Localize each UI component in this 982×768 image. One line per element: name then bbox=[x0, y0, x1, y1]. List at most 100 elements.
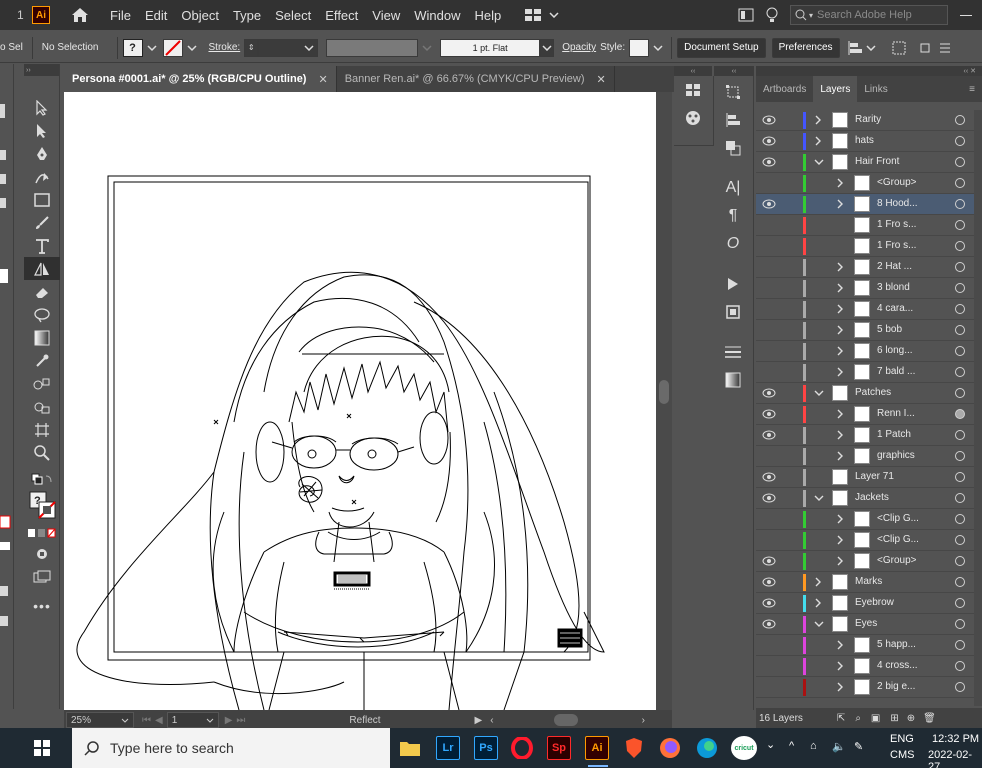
layer-row[interactable]: 7 bald ... bbox=[756, 362, 982, 383]
home-icon[interactable] bbox=[70, 6, 90, 24]
layer-row[interactable]: Layer 71 bbox=[756, 467, 982, 488]
layer-row[interactable]: <Group> bbox=[756, 551, 982, 572]
layer-target-icon[interactable] bbox=[955, 283, 965, 293]
eye-hidden-slot[interactable] bbox=[762, 220, 776, 230]
layer-row[interactable]: Eyebrow bbox=[756, 593, 982, 614]
fill-stroke-swatches[interactable]: ? bbox=[24, 488, 60, 524]
stroke-panel-icon[interactable] bbox=[714, 338, 752, 366]
stroke-weight-stepper[interactable]: ⇕ bbox=[244, 38, 259, 57]
layer-row[interactable]: 8 Hood... bbox=[756, 194, 982, 215]
chevron-right-icon[interactable] bbox=[836, 409, 844, 419]
new-sublayer-icon[interactable]: ⊞ bbox=[890, 713, 898, 724]
chevron-right-icon[interactable] bbox=[814, 577, 822, 587]
direct-selection-tool-icon[interactable] bbox=[24, 119, 60, 142]
hscroll-thumb[interactable] bbox=[553, 714, 578, 726]
rectangle-tool-icon[interactable] bbox=[24, 188, 60, 211]
chevron-right-icon[interactable] bbox=[836, 199, 844, 209]
pathfinder-icon[interactable] bbox=[714, 134, 752, 162]
layer-row[interactable]: 6 long... bbox=[756, 341, 982, 362]
screen-mode-icon[interactable] bbox=[24, 565, 60, 588]
layer-target-icon[interactable] bbox=[955, 388, 965, 398]
tab-links[interactable]: Links bbox=[857, 76, 894, 102]
chevron-right-icon[interactable] bbox=[836, 556, 844, 566]
eye-icon[interactable] bbox=[762, 115, 776, 125]
edge-icon[interactable] bbox=[695, 736, 719, 760]
eye-icon[interactable] bbox=[762, 598, 776, 608]
default-fill-stroke-icon[interactable] bbox=[24, 470, 60, 488]
opera-icon[interactable] bbox=[510, 736, 534, 760]
eraser-tool-icon[interactable] bbox=[24, 280, 60, 303]
transform-panel-icon[interactable] bbox=[714, 78, 752, 106]
first-artboard-icon[interactable]: ⏮ bbox=[142, 715, 151, 726]
preferences-button[interactable]: Preferences bbox=[771, 37, 840, 58]
eye-hidden-slot[interactable] bbox=[762, 640, 776, 650]
menu-select[interactable]: Select bbox=[275, 8, 311, 23]
chevron-right-icon[interactable] bbox=[836, 346, 844, 356]
layer-target-icon[interactable] bbox=[955, 262, 965, 272]
opentype-panel-icon[interactable]: O bbox=[714, 230, 752, 258]
layer-target-icon[interactable] bbox=[955, 577, 965, 587]
eye-icon[interactable] bbox=[762, 157, 776, 167]
canvas-vertical-scrollbar[interactable] bbox=[656, 92, 672, 710]
layers-scrollbar[interactable] bbox=[974, 110, 982, 706]
layer-target-icon[interactable] bbox=[955, 556, 965, 566]
layer-target-icon[interactable] bbox=[955, 598, 965, 608]
tab-banner-ren[interactable]: Banner Ren.ai* @ 66.67% (CMYK/CPU Previe… bbox=[337, 66, 615, 92]
eye-hidden-slot[interactable] bbox=[762, 367, 776, 377]
eye-hidden-slot[interactable] bbox=[762, 178, 776, 188]
chevron-right-icon[interactable] bbox=[836, 682, 844, 692]
tab-layers[interactable]: Layers bbox=[813, 76, 858, 102]
eye-hidden-slot[interactable] bbox=[762, 325, 776, 335]
layer-target-icon[interactable] bbox=[955, 157, 965, 167]
chevron-right-icon[interactable] bbox=[836, 640, 844, 650]
chevron-right-icon[interactable] bbox=[836, 262, 844, 272]
symbol-sprayer-tool-icon[interactable] bbox=[24, 395, 60, 418]
artboard-number-field[interactable]: 1 bbox=[166, 712, 219, 728]
layer-row[interactable]: Rarity bbox=[756, 110, 982, 131]
help-search-input[interactable]: ▾ Search Adobe Help bbox=[790, 5, 948, 25]
tab-persona[interactable]: Persona #0001.ai* @ 25% (RGB/CPU Outline… bbox=[64, 66, 337, 92]
eye-hidden-slot[interactable] bbox=[762, 346, 776, 356]
actions-panel-icon[interactable] bbox=[714, 270, 752, 298]
variable-width-profile[interactable] bbox=[326, 38, 419, 57]
eye-icon[interactable] bbox=[762, 430, 776, 440]
eye-icon[interactable] bbox=[762, 493, 776, 503]
stroke-weight-field[interactable] bbox=[258, 38, 319, 57]
layer-row[interactable]: Jackets bbox=[756, 488, 982, 509]
eye-icon[interactable] bbox=[762, 409, 776, 419]
gradient-tool-icon[interactable] bbox=[24, 326, 60, 349]
eye-icon[interactable] bbox=[762, 556, 776, 566]
layer-target-icon[interactable] bbox=[955, 493, 965, 503]
drawing-mode-icon[interactable] bbox=[24, 542, 60, 565]
fill-swatch[interactable]: ? bbox=[122, 38, 143, 57]
lightroom-icon[interactable]: Lr bbox=[436, 736, 460, 760]
type-tool-icon[interactable] bbox=[24, 234, 60, 257]
menu-object[interactable]: Object bbox=[181, 8, 219, 23]
chevron-right-icon[interactable] bbox=[836, 283, 844, 293]
layer-row[interactable]: 4 cross... bbox=[756, 656, 982, 677]
chevron-right-icon[interactable] bbox=[836, 178, 844, 188]
chevron-down-icon[interactable] bbox=[651, 43, 665, 53]
layer-row[interactable]: 5 bob bbox=[756, 320, 982, 341]
character-panel-icon[interactable]: A| bbox=[714, 174, 752, 202]
lightbulb-icon[interactable] bbox=[766, 7, 778, 23]
locate-object-icon[interactable]: ⌕ bbox=[855, 713, 861, 724]
eye-icon[interactable] bbox=[762, 388, 776, 398]
eyedropper-tool-icon[interactable] bbox=[24, 349, 60, 372]
workspace-switcher[interactable] bbox=[525, 9, 559, 21]
eye-hidden-slot[interactable] bbox=[762, 283, 776, 293]
layer-row[interactable]: Patches bbox=[756, 383, 982, 404]
arrange-documents-icon[interactable] bbox=[738, 8, 754, 22]
brush-dropdown[interactable] bbox=[540, 38, 555, 57]
chevron-right-icon[interactable] bbox=[836, 451, 844, 461]
layer-row[interactable]: <Clip G... bbox=[756, 509, 982, 530]
eye-icon[interactable] bbox=[762, 199, 776, 209]
chevron-right-icon[interactable] bbox=[814, 136, 822, 146]
layer-target-icon[interactable] bbox=[955, 619, 965, 629]
eye-hidden-slot[interactable] bbox=[762, 262, 776, 272]
eye-hidden-slot[interactable] bbox=[762, 661, 776, 671]
status-menu-icon[interactable]: ▶ bbox=[475, 715, 483, 726]
chevron-right-icon[interactable] bbox=[836, 304, 844, 314]
layer-row[interactable]: Eyes bbox=[756, 614, 982, 635]
volume-icon[interactable]: 🔈 bbox=[832, 740, 846, 753]
